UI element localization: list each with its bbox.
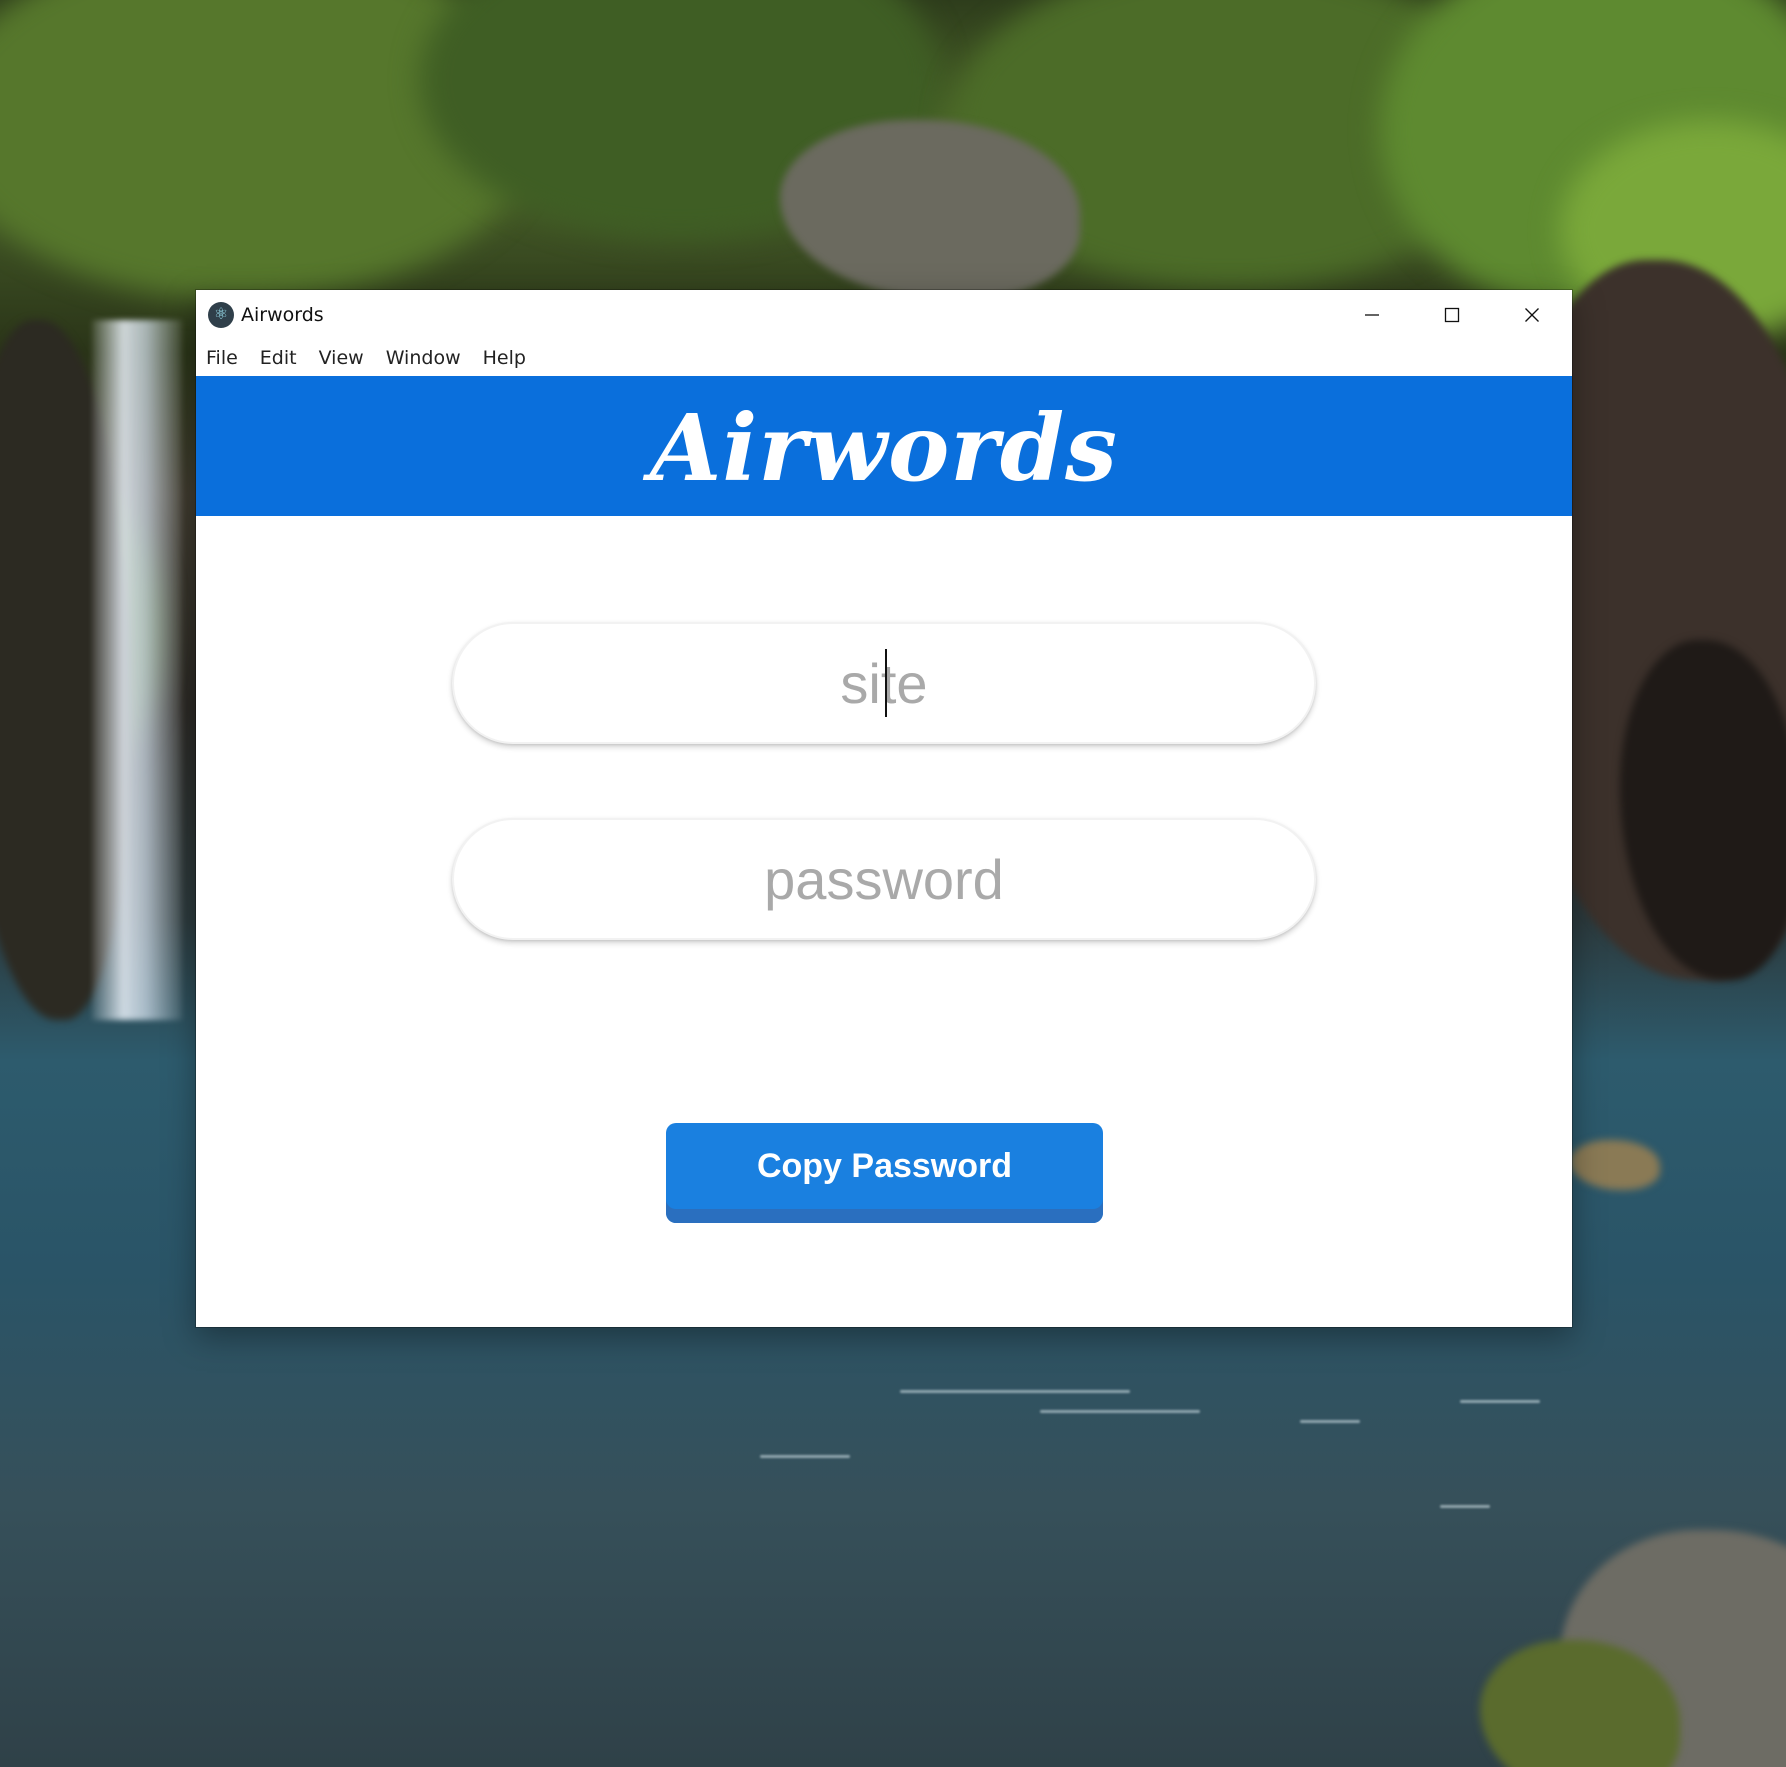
maximize-icon <box>1444 307 1460 323</box>
menu-window[interactable]: Window <box>375 340 472 376</box>
password-input[interactable] <box>452 818 1316 940</box>
app-brand-title: Airwords <box>650 394 1118 502</box>
menu-file[interactable]: File <box>196 340 249 376</box>
minimize-button[interactable] <box>1332 290 1412 340</box>
site-input[interactable] <box>452 622 1316 744</box>
close-button[interactable] <box>1492 290 1572 340</box>
minimize-icon <box>1365 314 1379 316</box>
menu-view[interactable]: View <box>308 340 375 376</box>
electron-logo-icon: ⚛ <box>208 302 234 328</box>
menu-bar: File Edit View Window Help <box>196 340 1572 376</box>
app-window: ⚛ Airwords File Edit View Window Help Ai… <box>196 290 1572 1327</box>
window-title: Airwords <box>241 304 324 326</box>
menu-help[interactable]: Help <box>472 340 537 376</box>
close-icon <box>1525 308 1539 322</box>
text-caret <box>885 649 887 717</box>
title-bar[interactable]: ⚛ Airwords <box>196 290 1572 340</box>
maximize-button[interactable] <box>1412 290 1492 340</box>
copy-password-button[interactable]: Copy Password <box>666 1123 1103 1223</box>
menu-edit[interactable]: Edit <box>249 340 308 376</box>
app-header-banner: Airwords <box>196 376 1572 516</box>
